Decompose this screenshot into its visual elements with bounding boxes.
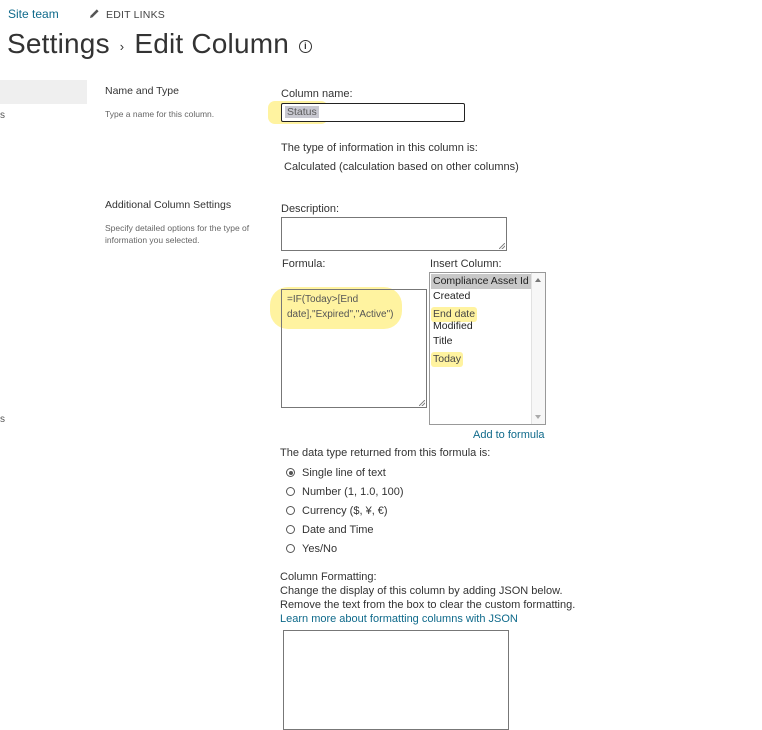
nav-selected-item[interactable] bbox=[0, 80, 87, 104]
radio-button[interactable] bbox=[286, 525, 295, 534]
type-info-label: The type of information in this column i… bbox=[281, 142, 478, 154]
radio-option[interactable]: Date and Time bbox=[286, 520, 404, 539]
formula-label: Formula: bbox=[282, 258, 326, 270]
formula-textarea[interactable]: =IF(Today>[End date],"Expired","Active") bbox=[281, 289, 427, 408]
return-type-radio-group: Single line of text Number (1, 1.0, 100)… bbox=[286, 463, 404, 558]
type-info-value: Calculated (calculation based on other c… bbox=[284, 161, 519, 173]
return-type-label: The data type returned from this formula… bbox=[280, 447, 491, 459]
insert-column-option[interactable]: Title bbox=[431, 334, 531, 349]
section-title-name-type: Name and Type bbox=[105, 85, 179, 97]
radio-option[interactable]: Currency ($, ¥, €) bbox=[286, 501, 404, 520]
column-formatting-help: Remove the text from the box to clear th… bbox=[280, 599, 576, 611]
formula-line: date],"Expired","Active") bbox=[287, 309, 394, 320]
edit-links-button[interactable]: EDIT LINKS bbox=[89, 8, 165, 22]
nav-fragment[interactable]: s bbox=[0, 110, 5, 121]
scroll-up-arrow-icon[interactable] bbox=[535, 278, 541, 282]
breadcrumb-separator: › bbox=[119, 38, 125, 54]
column-name-label: Column name: bbox=[281, 88, 353, 100]
info-icon[interactable]: i bbox=[299, 39, 313, 53]
section-title-additional: Additional Column Settings bbox=[105, 199, 232, 211]
radio-button[interactable] bbox=[286, 468, 295, 477]
insert-column-label: Insert Column: bbox=[430, 258, 502, 270]
add-to-formula-link[interactable]: Add to formula bbox=[473, 429, 545, 441]
insert-column-option[interactable]: Compliance Asset Id bbox=[431, 274, 531, 289]
radio-label: Currency ($, ¥, €) bbox=[302, 504, 388, 517]
section-desc-name-type: Type a name for this column. bbox=[105, 109, 215, 119]
column-formatting-textarea[interactable] bbox=[283, 630, 509, 730]
page-title: Settings › Edit Column i bbox=[7, 28, 313, 60]
site-team-link[interactable]: Site team bbox=[8, 7, 59, 21]
description-label: Description: bbox=[281, 203, 340, 215]
page-title-text: Edit Column bbox=[134, 28, 290, 59]
insert-column-option[interactable]: Modified bbox=[431, 319, 531, 334]
insert-column-option[interactable]: Created bbox=[431, 289, 531, 304]
column-name-value: Status bbox=[285, 106, 319, 118]
resize-handle[interactable] bbox=[499, 243, 505, 249]
listbox-scrollbar[interactable] bbox=[531, 273, 545, 424]
description-textarea[interactable] bbox=[281, 217, 507, 251]
radio-label: Number (1, 1.0, 100) bbox=[302, 485, 404, 498]
radio-button[interactable] bbox=[286, 544, 295, 553]
resize-handle[interactable] bbox=[419, 400, 425, 406]
radio-option[interactable]: Yes/No bbox=[286, 539, 404, 558]
formatting-learn-more-link[interactable]: Learn more about formatting columns with… bbox=[280, 612, 575, 626]
radio-label: Single line of text bbox=[302, 466, 386, 479]
insert-column-listbox[interactable]: Compliance Asset Id Created End date Mod… bbox=[429, 272, 546, 425]
nav-fragment[interactable]: s bbox=[0, 414, 5, 425]
radio-button[interactable] bbox=[286, 506, 295, 515]
scroll-down-arrow-icon[interactable] bbox=[535, 415, 541, 419]
formula-line: =IF(Today>[End bbox=[287, 294, 359, 305]
radio-option[interactable]: Number (1, 1.0, 100) bbox=[286, 482, 404, 501]
radio-option[interactable]: Single line of text bbox=[286, 463, 404, 482]
insert-column-option[interactable]: Today bbox=[431, 352, 464, 367]
pencil-icon bbox=[89, 8, 100, 22]
column-formatting-label: Column Formatting: bbox=[280, 571, 377, 583]
radio-label: Yes/No bbox=[302, 542, 338, 555]
edit-links-label: EDIT LINKS bbox=[106, 9, 165, 21]
radio-button[interactable] bbox=[286, 487, 295, 496]
radio-label: Date and Time bbox=[302, 523, 374, 536]
section-desc-additional: Specify detailed options for the type of… bbox=[105, 223, 250, 245]
column-name-input[interactable]: Status bbox=[281, 103, 465, 122]
column-formatting-help: Change the display of this column by add… bbox=[280, 585, 563, 597]
breadcrumb-settings[interactable]: Settings bbox=[7, 28, 110, 60]
